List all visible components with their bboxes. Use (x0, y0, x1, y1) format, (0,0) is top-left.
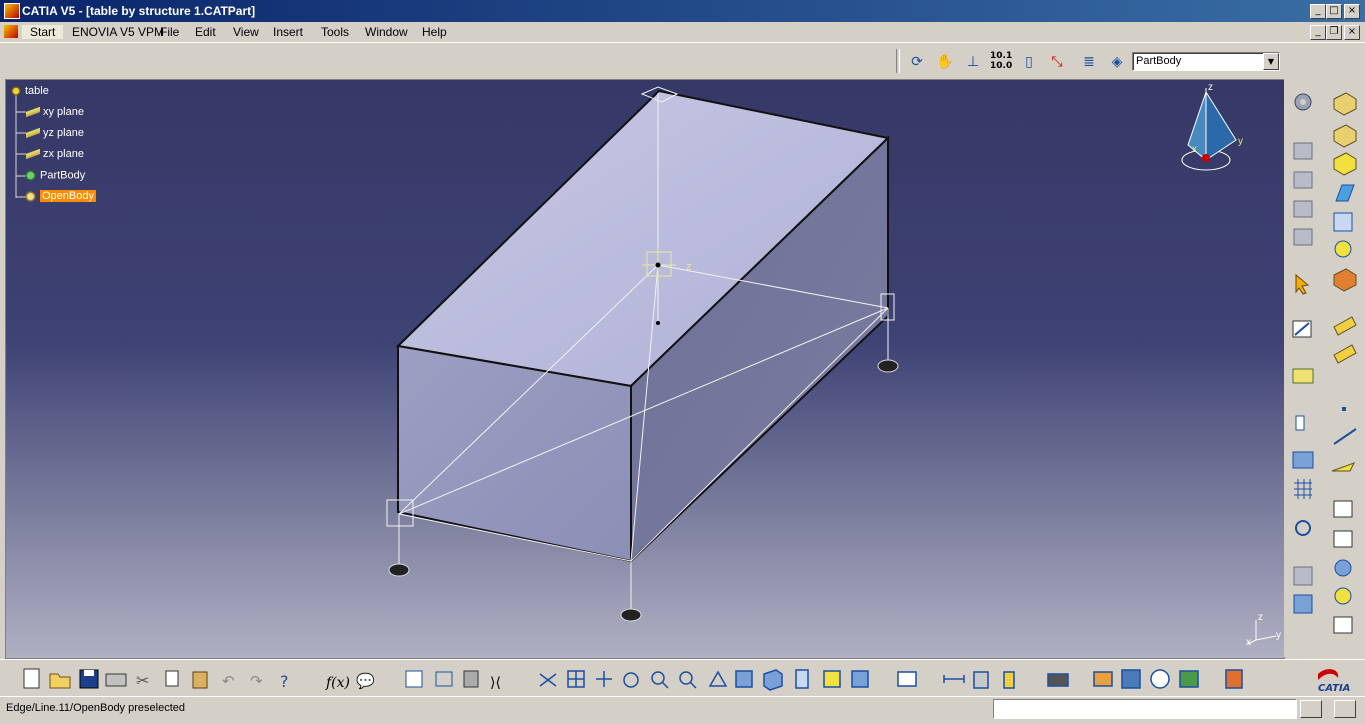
doc-restore-button[interactable]: ❐ (1326, 25, 1342, 40)
menu-file[interactable]: File (160, 25, 179, 39)
chevron-down-icon[interactable]: ▼ (1263, 53, 1279, 70)
svg-text:✂: ✂ (136, 671, 149, 690)
tree-item-zx-plane[interactable]: zx plane (26, 148, 84, 160)
svg-text:💬: 💬 (356, 672, 375, 690)
standard-tool-icons: ✂ ↶ ↷ ? f(x) 💬 ⟩⟨ (23, 668, 501, 691)
view-tool-icons (539, 669, 1243, 691)
svg-text:↷: ↷ (250, 672, 263, 690)
menu-view[interactable]: View (233, 25, 259, 39)
close-button[interactable]: × (1344, 4, 1360, 19)
tree-item-table[interactable]: table (10, 85, 49, 98)
svg-text:x: x (1192, 144, 1197, 155)
menu-start[interactable]: Start (22, 25, 64, 39)
gear-icon (24, 169, 37, 182)
svg-text:↶: ↶ (222, 672, 235, 690)
center-point (656, 321, 660, 325)
svg-text:?: ? (280, 672, 289, 691)
axis-icon[interactable]: ⊥ (962, 51, 984, 73)
menu-window[interactable]: Window (365, 25, 408, 39)
cylinder-icon[interactable]: ▯ (1018, 51, 1040, 73)
window-title: CATIA V5 - [table by structure 1.CATPart… (22, 4, 256, 18)
list-icon[interactable]: ≣ (1078, 51, 1100, 73)
tree-item-label: xy plane (43, 106, 84, 118)
tree-item-label: yz plane (43, 127, 84, 139)
sketcher-tool-icons (1292, 93, 1314, 614)
svg-text:CATIA: CATIA (1318, 683, 1350, 694)
command-list-button[interactable] (1300, 700, 1322, 718)
menu-enovia[interactable]: ENOVIA V5 VPM (72, 25, 164, 39)
svg-text:z: z (1208, 82, 1213, 93)
menu-bar: Start ENOVIA V5 VPM File Edit View Inser… (0, 22, 1365, 42)
part-body-select-value: PartBody (1136, 55, 1182, 67)
catia-logo-icon: CATIA (1318, 669, 1350, 694)
command-input[interactable] (993, 699, 1297, 719)
menu-tools[interactable]: Tools (321, 25, 349, 39)
tree-item-label-selected: OpenBody (40, 190, 96, 203)
document-icon[interactable] (4, 25, 18, 38)
axis-z-label: z (686, 261, 692, 273)
part-body-icon[interactable]: ◈ (1106, 51, 1128, 73)
part-body-select[interactable]: PartBody ▼ (1132, 52, 1280, 71)
svg-text:z: z (1258, 612, 1263, 623)
openbody-icon (24, 190, 37, 203)
plane-icon (26, 128, 40, 139)
svg-text:x: x (1246, 637, 1251, 648)
minimize-button[interactable]: _ (1310, 4, 1326, 19)
tree-item-yz-plane[interactable]: yz plane (26, 127, 84, 139)
svg-text:y: y (1276, 630, 1281, 641)
number-format-icon[interactable]: 10.1 10.0 (990, 51, 1012, 73)
menu-edit[interactable]: Edit (195, 25, 216, 39)
svg-text:f(x): f(x) (325, 675, 350, 691)
tree-item-xy-plane[interactable]: xy plane (26, 106, 84, 118)
right-toolbar (1284, 79, 1365, 657)
svg-text:y: y (1238, 136, 1243, 147)
tree-item-openbody[interactable]: OpenBody (24, 190, 96, 203)
maximize-button[interactable]: □ (1326, 4, 1342, 19)
part-icon (10, 85, 22, 98)
plane-icon (26, 149, 40, 160)
svg-text:⟩⟨: ⟩⟨ (490, 675, 501, 691)
tree-icon[interactable]: ⤡ (1046, 51, 1068, 73)
pan-hand-icon[interactable]: ✋ (934, 51, 956, 73)
doc-minimize-button[interactable]: _ (1310, 25, 1326, 40)
tree-item-label: zx plane (43, 148, 84, 160)
tree-item-label: table (25, 85, 49, 97)
rotate-icon[interactable]: ⟳ (906, 51, 928, 73)
doc-close-button[interactable]: × (1344, 25, 1360, 40)
bottom-toolbar: ✂ ↶ ↷ ? f(x) 💬 ⟩⟨ CATIA (0, 659, 1365, 696)
part-tool-icons (1331, 92, 1357, 634)
status-bar: Edge/Line.11/OpenBody preselected (0, 696, 1365, 724)
tree-item-partbody[interactable]: PartBody (24, 169, 85, 182)
3d-geometry[interactable]: z z x y z x y (6, 80, 1284, 658)
status-message: Edge/Line.11/OpenBody preselected (6, 702, 185, 714)
mini-axis (1247, 620, 1277, 645)
3d-viewport[interactable]: z z x y z x y table xy plane yz plane zx… (5, 79, 1285, 659)
origin-point (655, 262, 661, 268)
catia-app-icon[interactable] (4, 3, 20, 19)
command-cancel-button[interactable] (1334, 700, 1356, 718)
plane-icon (26, 107, 40, 118)
menu-insert[interactable]: Insert (273, 25, 303, 39)
tree-item-label: PartBody (40, 169, 86, 182)
window-title-bar[interactable]: CATIA V5 - [table by structure 1.CATPart… (0, 0, 1365, 22)
menu-help[interactable]: Help (422, 25, 447, 39)
compass: z x y (1181, 82, 1243, 171)
